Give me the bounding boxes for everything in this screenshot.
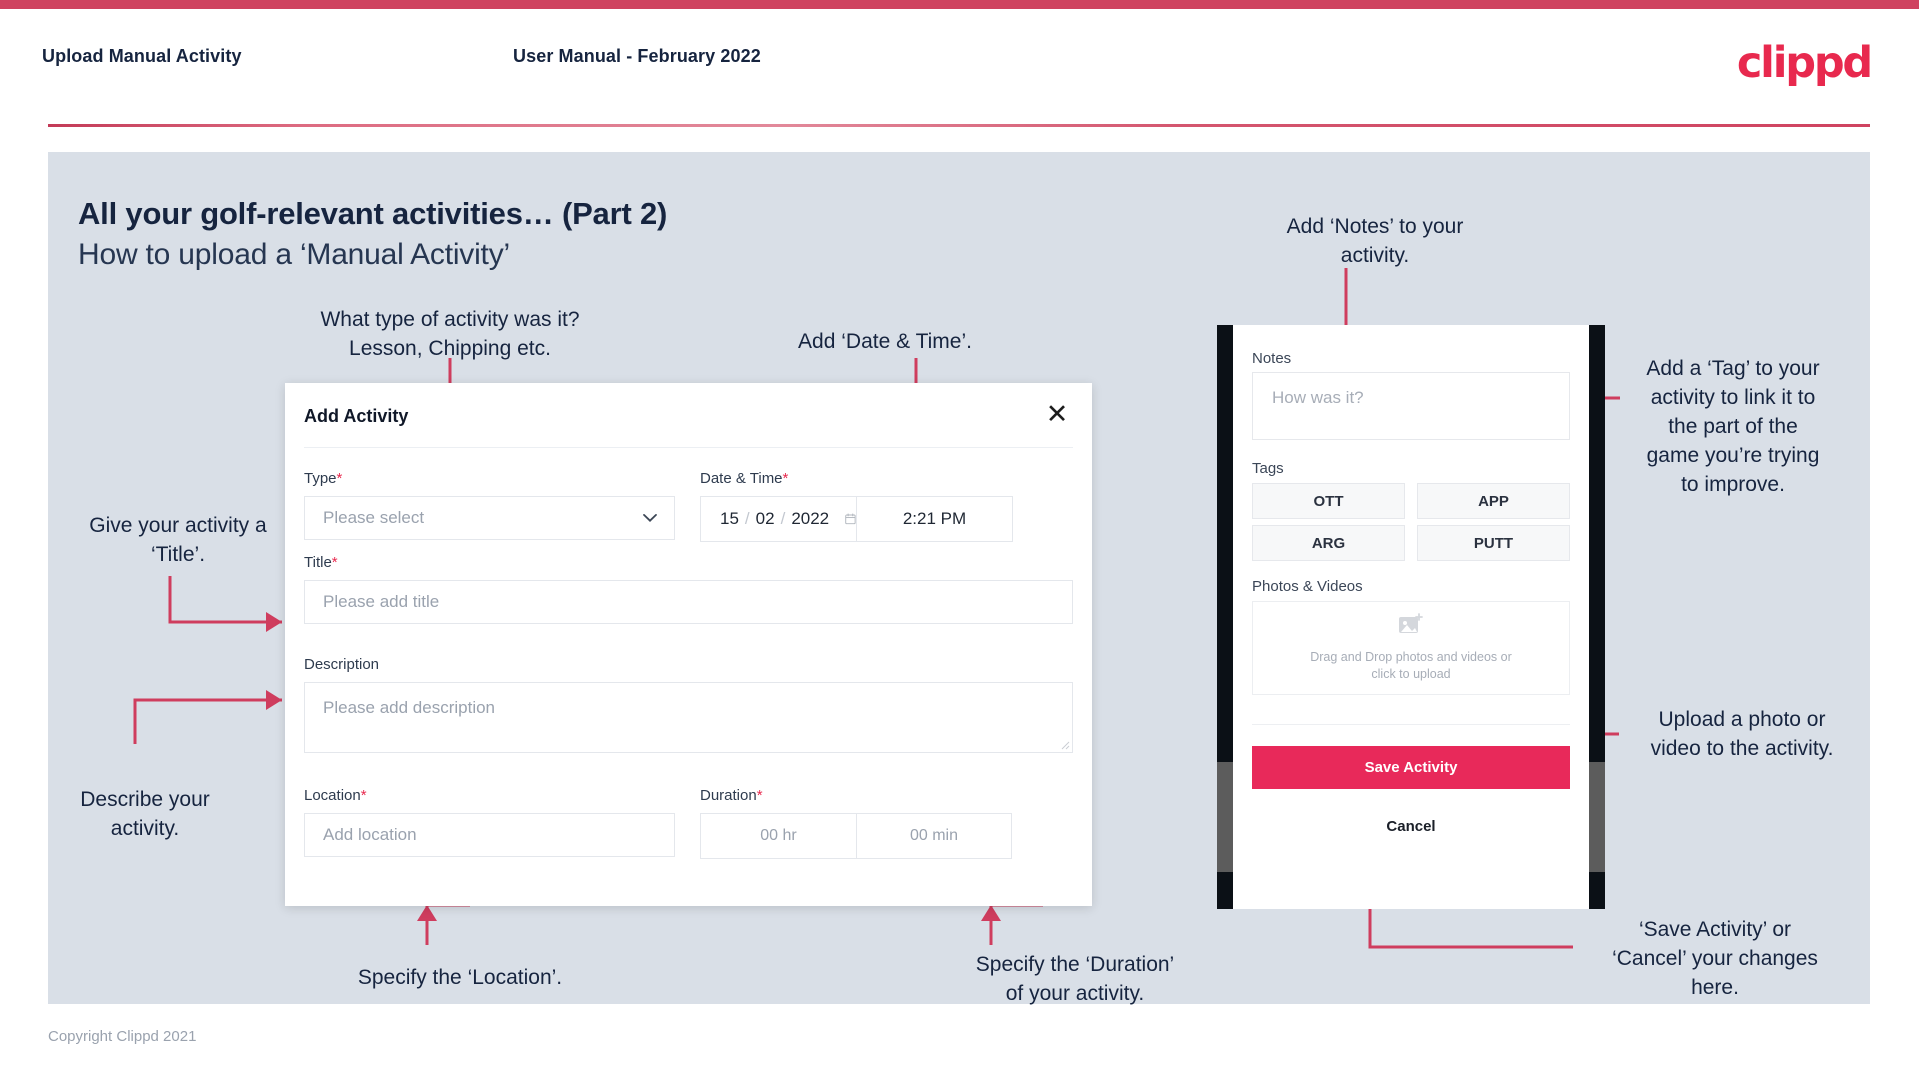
location-label: Location* — [304, 787, 367, 804]
duration-label: Duration* — [700, 787, 763, 804]
location-input[interactable]: Add location — [304, 813, 675, 857]
phone-volume-button-left — [1217, 762, 1233, 872]
date-input[interactable]: 15 / 02 / 2022 — [701, 497, 857, 541]
duration-minutes-value: 00 min — [909, 827, 959, 844]
date-day: 15 — [720, 509, 739, 528]
annotation-location: Specify the ‘Location’. — [357, 966, 563, 989]
resize-grip-icon[interactable] — [1061, 741, 1070, 750]
phone-mockup: Notes How was it? Tags OTT APP ARG PUTT … — [1217, 325, 1605, 909]
chevron-down-icon — [643, 514, 657, 522]
title-required: * — [331, 554, 338, 571]
save-activity-label: Save Activity — [1364, 759, 1458, 776]
duration-hours-value: 00 hr — [760, 827, 797, 844]
cancel-label: Cancel — [1386, 817, 1436, 835]
annotation-title: Give your activity a ‘Title’. — [89, 514, 267, 566]
slide-heading: All your golf-relevant activities… (Part… — [78, 196, 668, 231]
dialog-title-divider — [304, 447, 1073, 448]
close-icon[interactable]: ✕ — [1040, 397, 1074, 431]
type-placeholder: Please select — [323, 508, 425, 527]
header-left-title: Upload Manual Activity — [42, 46, 242, 66]
dropzone-line-1: Drag and Drop photos and videos or — [1310, 650, 1512, 664]
description-placeholder: Please add description — [323, 698, 496, 717]
notes-textarea[interactable]: How was it? — [1252, 372, 1570, 440]
cancel-button[interactable]: Cancel — [1252, 807, 1570, 845]
title-placeholder: Please add title — [323, 592, 440, 611]
image-add-icon — [1399, 613, 1423, 633]
add-activity-dialog: Add Activity ✕ Type* Please select Date … — [285, 383, 1092, 906]
duration-label-text: Duration — [700, 787, 757, 804]
datetime-field: 15 / 02 / 2022 2:21 PM — [700, 496, 1013, 542]
duration-required: * — [756, 787, 763, 804]
tag-app[interactable]: APP — [1417, 483, 1570, 519]
datetime-required: * — [782, 470, 789, 487]
tag-putt-label: PUTT — [1473, 534, 1514, 552]
date-sep-2: / — [780, 509, 786, 528]
time-input[interactable]: 2:21 PM — [857, 497, 1012, 541]
slide-page: Upload Manual Activity User Manual - Feb… — [0, 0, 1919, 1079]
clippd-logo: clippd — [1736, 38, 1873, 88]
type-select[interactable]: Please select — [304, 496, 675, 540]
duration-minutes-input[interactable]: 00 min — [856, 814, 1011, 858]
calendar-icon[interactable] — [845, 511, 856, 527]
title-label-text: Title — [304, 554, 332, 571]
type-label-text: Type — [304, 470, 337, 487]
annotation-datetime: Add ‘Date & Time’. — [798, 330, 972, 353]
photo-dropzone[interactable]: Drag and Drop photos and videos or click… — [1252, 601, 1570, 695]
datetime-label: Date & Time* — [700, 470, 788, 487]
location-label-text: Location — [304, 787, 361, 804]
annotation-description: Describe your activity. — [80, 788, 210, 840]
duration-hours-input[interactable]: 00 hr — [701, 814, 856, 858]
header-divider — [48, 124, 1870, 127]
slide-subheading: How to upload a ‘Manual Activity’ — [78, 238, 510, 271]
location-required: * — [360, 787, 367, 804]
annotation-duration: Specify the ‘Duration’ of your activity. — [975, 953, 1175, 1005]
date-year: 2022 — [791, 509, 830, 528]
type-required: * — [336, 470, 343, 487]
annotation-notes: Add ‘Notes’ to your activity. — [1286, 215, 1464, 267]
header-center-title: User Manual - February 2022 — [513, 46, 761, 66]
title-label: Title* — [304, 554, 338, 571]
annotation-tags: Add a ‘Tag’ to your activity to link it … — [1646, 357, 1820, 496]
top-accent-bar — [0, 0, 1919, 9]
description-label-text: Description — [304, 656, 380, 673]
annotation-photos: Upload a photo or video to the activity. — [1650, 708, 1834, 760]
tag-putt[interactable]: PUTT — [1417, 525, 1570, 561]
save-activity-button[interactable]: Save Activity — [1252, 746, 1570, 789]
notes-placeholder: How was it? — [1272, 388, 1364, 407]
description-label: Description — [304, 656, 379, 673]
type-label: Type* — [304, 470, 342, 487]
tag-arg-label: ARG — [1311, 534, 1346, 552]
notes-label: Notes — [1252, 350, 1292, 367]
dialog-title: Add Activity — [304, 406, 409, 426]
tag-app-label: APP — [1478, 492, 1509, 510]
time-value: 2:21 PM — [902, 509, 967, 528]
duration-field: 00 hr 00 min — [700, 813, 1012, 859]
photos-label: Photos & Videos — [1252, 578, 1363, 595]
phone-screen: Notes How was it? Tags OTT APP ARG PUTT … — [1233, 325, 1589, 909]
tag-ott[interactable]: OTT — [1252, 483, 1405, 519]
annotation-save: ‘Save Activity’ or ‘Cancel’ your changes… — [1612, 918, 1818, 999]
tags-label: Tags — [1252, 460, 1284, 477]
description-textarea[interactable]: Please add description — [304, 682, 1073, 753]
annotation-type: What type of activity was it? Lesson, Ch… — [320, 308, 580, 360]
phone-volume-button-right — [1589, 762, 1605, 872]
title-input[interactable]: Please add title — [304, 580, 1073, 624]
footer-copyright: Copyright Clippd 2021 — [48, 1028, 197, 1045]
location-placeholder: Add location — [323, 825, 417, 844]
date-month: 02 — [755, 509, 775, 528]
dropzone-line-2: click to upload — [1371, 667, 1451, 681]
tag-arg[interactable]: ARG — [1252, 525, 1405, 561]
tag-ott-label: OTT — [1313, 492, 1344, 510]
datetime-label-text: Date & Time — [700, 470, 783, 487]
phone-divider — [1252, 724, 1570, 725]
date-sep-1: / — [744, 509, 750, 528]
